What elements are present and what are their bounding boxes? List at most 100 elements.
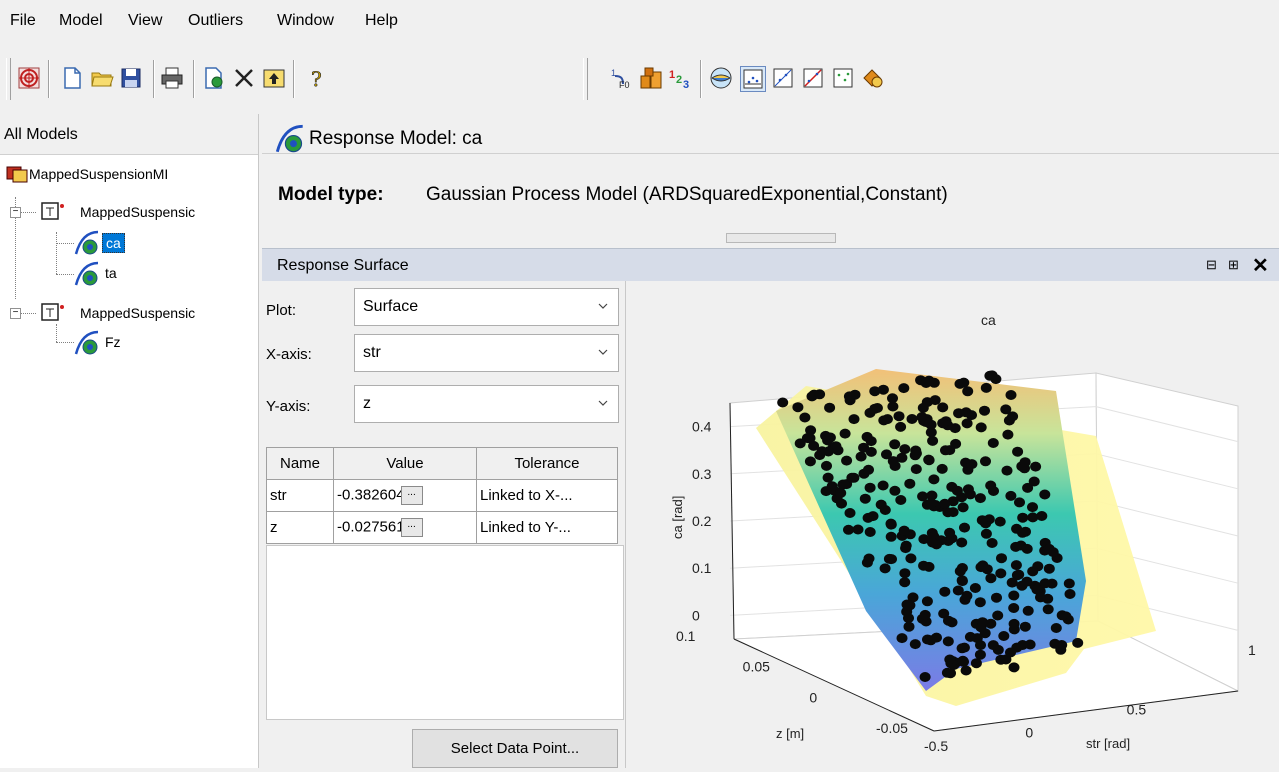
- up-level-icon[interactable]: [262, 66, 286, 90]
- data-point: [1043, 563, 1055, 574]
- collapse-toggle[interactable]: −: [10, 207, 21, 218]
- tree-item-root[interactable]: MappedSuspensionMI: [29, 166, 168, 182]
- undock-icon[interactable]: ⊞: [1228, 257, 1239, 273]
- ellipsis-button[interactable]: ...: [400, 518, 423, 537]
- data-point: [974, 597, 986, 608]
- data-point: [843, 524, 854, 535]
- toolbar-grip[interactable]: [6, 58, 11, 100]
- menu-model[interactable]: Model: [59, 12, 103, 30]
- value-text[interactable]: -0.027561: [337, 518, 405, 535]
- data-point: [975, 422, 987, 433]
- data-point: [1006, 577, 1018, 588]
- save-icon[interactable]: [119, 66, 143, 90]
- surface-plot-svg[interactable]: 0 0.1 0.2 0.3 0.4 0.1 0.05 0 -0.05 -0.5 0 0.5 1 ca c…: [626, 281, 1279, 768]
- data-point: [883, 553, 895, 564]
- tree-item-testplan-2[interactable]: MappedSuspensic: [80, 305, 195, 321]
- data-point: [984, 370, 996, 381]
- data-point: [835, 488, 847, 498]
- model-type-value: Gaussian Process Model (ARDSquaredExpone…: [426, 184, 948, 205]
- select-data-point-button[interactable]: Select Data Point...: [412, 729, 618, 768]
- menu-help[interactable]: Help: [365, 12, 398, 30]
- data-point: [985, 480, 997, 491]
- svg-text:1: 1: [669, 69, 675, 81]
- data-point: [1008, 662, 1020, 673]
- data-point: [887, 401, 899, 412]
- xaxis-select[interactable]: str: [354, 334, 619, 372]
- cell-value[interactable]: -0.027561...: [333, 511, 477, 544]
- blocks-icon[interactable]: [639, 66, 663, 90]
- data-point: [998, 631, 1010, 641]
- input-values-table: Name Value Tolerance str -0.382604... Li…: [266, 447, 618, 544]
- plot-type-select[interactable]: Surface: [354, 288, 619, 326]
- residuals-icon[interactable]: [831, 66, 855, 90]
- chevron-down-icon: [598, 349, 608, 355]
- data-point: [1028, 476, 1040, 487]
- numbers-icon[interactable]: 123: [668, 66, 692, 90]
- data-point: [863, 464, 874, 475]
- collapse-toggle[interactable]: −: [10, 308, 21, 319]
- y-axis-label: z [m]: [776, 726, 804, 741]
- data-point: [980, 382, 992, 393]
- surface-plot: 0 0.1 0.2 0.3 0.4 0.1 0.05 0 -0.05 -0.5 0 0.5 1 ca c…: [626, 281, 1279, 768]
- data-point: [909, 639, 921, 650]
- value-text[interactable]: -0.382604: [337, 486, 405, 503]
- menu-outliers[interactable]: Outliers: [188, 12, 243, 30]
- data-point: [885, 518, 897, 529]
- data-icon[interactable]: [861, 66, 885, 90]
- delete-icon[interactable]: [232, 66, 256, 90]
- y-tick-label: 0: [809, 689, 817, 705]
- data-point: [1021, 543, 1033, 554]
- menu-view[interactable]: View: [128, 12, 162, 30]
- data-point: [966, 459, 978, 470]
- tree-item-ca[interactable]: ca: [102, 233, 125, 253]
- tree-item-fz[interactable]: Fz: [105, 334, 121, 350]
- regression-plot-icon[interactable]: [801, 66, 825, 90]
- splitter-handle[interactable]: [726, 233, 836, 243]
- svg-text:F0: F0: [619, 80, 630, 90]
- print-icon[interactable]: [160, 66, 184, 90]
- tree-item-ta[interactable]: ta: [105, 265, 117, 281]
- data-point: [950, 438, 962, 449]
- cell-value[interactable]: -0.382604...: [333, 479, 477, 512]
- data-point: [1064, 589, 1076, 599]
- tree-header: All Models: [0, 114, 258, 155]
- data-point: [899, 444, 911, 455]
- data-point: [1019, 463, 1030, 474]
- help-icon[interactable]: ?: [305, 66, 329, 90]
- menu-window[interactable]: Window: [277, 12, 334, 30]
- data-point: [881, 449, 892, 460]
- data-point: [903, 621, 915, 632]
- cell-tolerance: Linked to Y-...: [476, 511, 618, 544]
- new-icon[interactable]: [60, 66, 84, 90]
- data-point: [958, 656, 969, 667]
- menu-file[interactable]: File: [10, 12, 36, 30]
- data-point: [1007, 411, 1019, 422]
- yaxis-select[interactable]: z: [354, 385, 619, 423]
- new-child-icon[interactable]: [202, 66, 226, 90]
- close-icon[interactable]: ✕: [1252, 253, 1269, 278]
- data-point: [1072, 637, 1084, 648]
- tree-item-testplan-1[interactable]: MappedSuspensic: [80, 204, 195, 220]
- ellipsis-button[interactable]: ...: [400, 486, 423, 505]
- target-icon[interactable]: [17, 66, 41, 90]
- data-point: [1008, 590, 1020, 601]
- data-point: [1005, 390, 1017, 400]
- residual-plot-icon[interactable]: [740, 66, 766, 92]
- evaluate-icon[interactable]: 1F0: [609, 66, 633, 90]
- data-point: [905, 553, 917, 564]
- scatter-plot-icon[interactable]: [771, 66, 795, 90]
- response-model-icon: [74, 230, 99, 255]
- model-view-icon[interactable]: [709, 66, 733, 90]
- data-point: [896, 633, 908, 644]
- data-point: [879, 563, 891, 574]
- data-point: [1022, 605, 1034, 616]
- data-point: [885, 531, 897, 542]
- maximize-icon[interactable]: ⊟: [1206, 257, 1217, 273]
- open-icon[interactable]: [90, 66, 114, 90]
- data-point: [942, 636, 954, 647]
- data-point: [918, 534, 930, 545]
- data-point: [1012, 446, 1024, 457]
- z-axis-label: ca [rad]: [670, 496, 685, 539]
- data-point: [794, 438, 806, 449]
- data-point: [975, 640, 986, 651]
